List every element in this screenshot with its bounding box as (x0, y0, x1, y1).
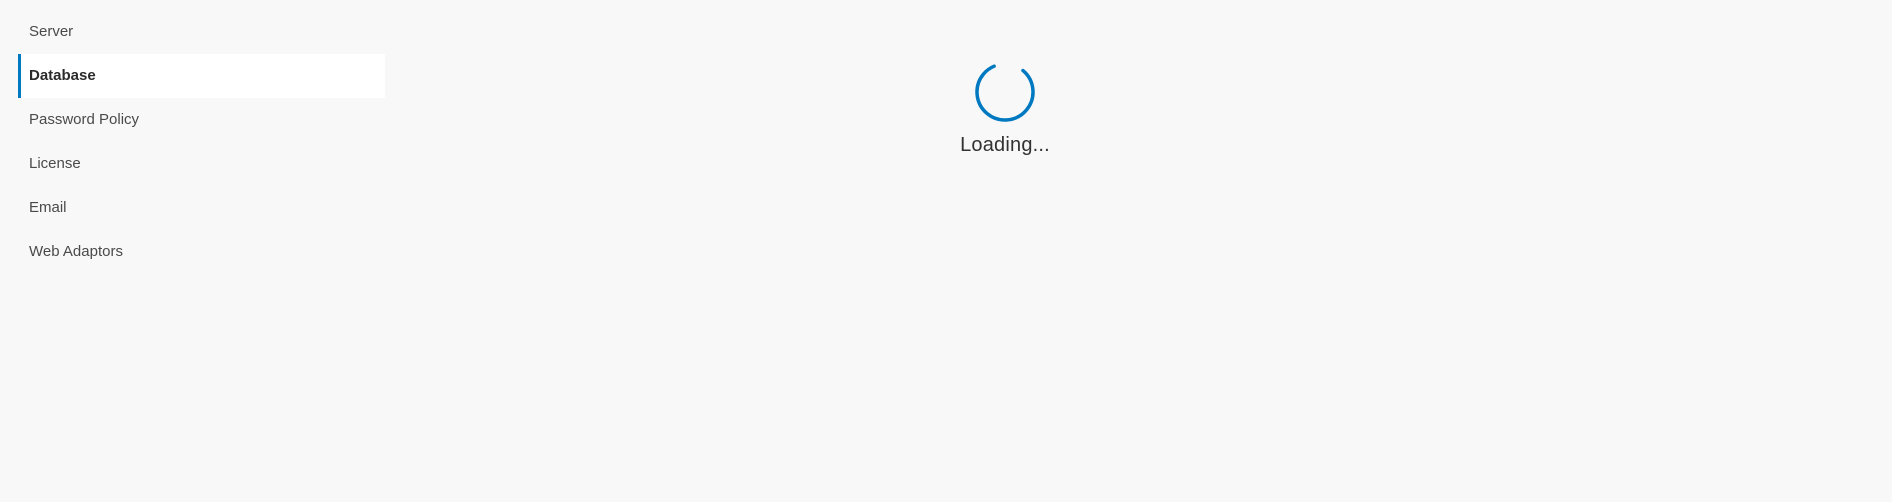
app: Server Database Password Policy License … (0, 0, 1892, 502)
sidebar-item-label: Email (29, 199, 67, 216)
loading-text: Loading... (960, 134, 1050, 156)
loading-spinner-icon (975, 62, 1035, 122)
sidebar-nav: Server Database Password Policy License … (18, 10, 385, 274)
sidebar-item-label: Web Adaptors (29, 243, 123, 260)
sidebar-item-email[interactable]: Email (18, 186, 385, 230)
sidebar-item-label: Password Policy (29, 111, 140, 128)
sidebar-item-label: License (29, 155, 81, 172)
main-content (385, 0, 1892, 502)
sidebar-item-web-adaptors[interactable]: Web Adaptors (18, 230, 385, 274)
sidebar-item-label: Server (29, 23, 74, 40)
sidebar-item-label: Database (29, 67, 96, 84)
sidebar-item-database[interactable]: Database (18, 54, 385, 98)
loading-indicator: Loading... (875, 60, 1135, 157)
sidebar-item-server[interactable]: Server (18, 10, 385, 54)
sidebar-item-password-policy[interactable]: Password Policy (18, 98, 385, 142)
sidebar-item-license[interactable]: License (18, 142, 385, 186)
